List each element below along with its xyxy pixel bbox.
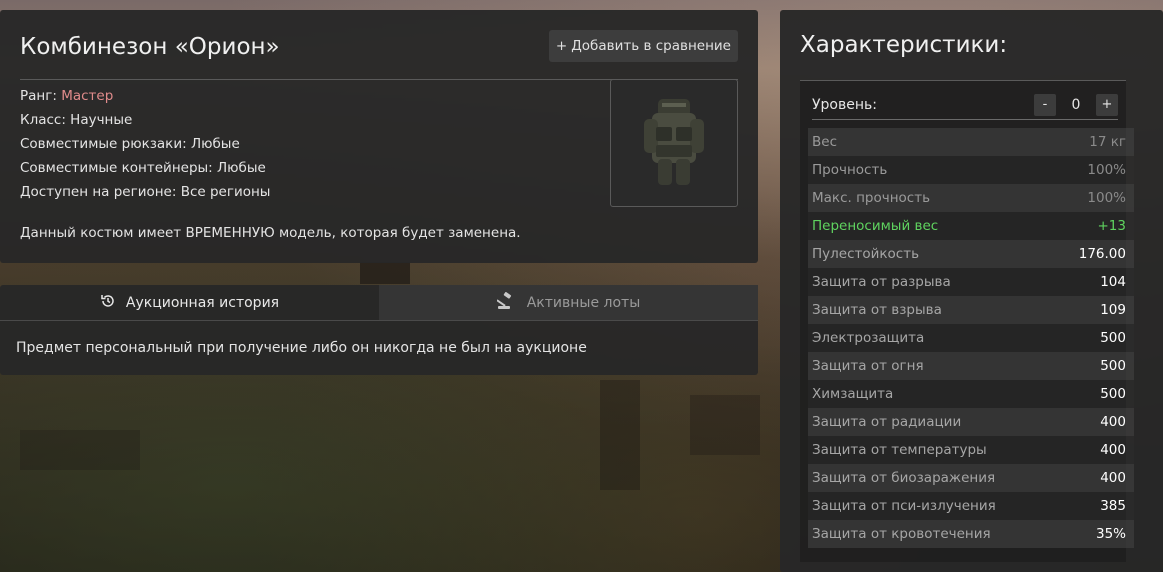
stats-divider <box>800 80 1126 81</box>
stat-row: Вес 17 кг <box>808 128 1134 156</box>
stat-row: Защита от взрыва 109 <box>808 296 1134 324</box>
stat-name: Пулестойкость <box>812 246 920 262</box>
stat-name: Защита от пси-излучения <box>812 498 996 514</box>
stat-row: Защита от температуры 400 <box>808 436 1134 464</box>
item-title: Комбинезон «Орион» <box>20 34 280 60</box>
stat-value: 100% <box>1087 162 1126 178</box>
stat-name: Электрозащита <box>812 330 925 346</box>
suit-icon <box>644 99 704 185</box>
containers-line: Совместимые контейнеры: Любые <box>20 160 266 176</box>
item-properties: Ранг: Мастер Класс: Научные Совместимые … <box>20 84 270 204</box>
stat-value: 17 кг <box>1089 134 1126 150</box>
region-line: Доступен на регионе: Все регионы <box>20 184 271 200</box>
stat-name: Химзащита <box>812 386 894 402</box>
stat-value: 500 <box>1100 358 1126 374</box>
tab-active-lots[interactable]: Активные лоты <box>379 285 758 321</box>
stat-value: 35% <box>1095 526 1126 542</box>
stat-name: Защита от огня <box>812 358 924 374</box>
tab-active-lots-label: Активные лоты <box>526 294 641 311</box>
item-image <box>610 79 738 207</box>
level-decrease-button[interactable]: - <box>1034 93 1056 116</box>
stat-name: Защита от кровотечения <box>812 526 991 542</box>
stat-row: Защита от пси-излучения 385 <box>808 492 1134 520</box>
add-to-compare-button[interactable]: + Добавить в сравнение <box>548 30 738 62</box>
level-label: Уровень: <box>812 96 877 113</box>
stat-row: Макс. прочность 100% <box>808 184 1134 212</box>
history-icon <box>100 293 116 313</box>
backpacks-line: Совместимые рюкзаки: Любые <box>20 136 240 152</box>
stats-box: Уровень: - 0 + Вес 17 кг Прочность 100% Макс… <box>800 80 1134 562</box>
tab-auction-history[interactable]: Аукционная история <box>0 285 379 321</box>
stat-value: 100% <box>1087 190 1126 206</box>
stats-panel: Характеристики: Уровень: - 0 + Вес 17 кг П… <box>780 10 1163 572</box>
stat-name: Вес <box>812 134 837 150</box>
stat-name: Защита от взрыва <box>812 302 942 318</box>
stat-value: 385 <box>1100 498 1126 514</box>
stat-row: Защита от огня 500 <box>808 352 1134 380</box>
level-value: 0 <box>1071 96 1081 113</box>
gavel-icon <box>496 291 517 314</box>
stat-value: 176.00 <box>1078 246 1126 262</box>
stat-value: 400 <box>1100 442 1126 458</box>
item-card: Комбинезон «Орион» + Добавить в сравнени… <box>0 10 758 263</box>
rank-value: Мастер <box>61 88 114 104</box>
stats-title: Характеристики: <box>800 32 1008 58</box>
stat-list: Вес 17 кг Прочность 100% Макс. прочность 100%… <box>808 128 1134 548</box>
stat-name: Прочность <box>812 162 888 178</box>
stat-row: Переносимый вес +13 <box>808 212 1134 240</box>
stat-row: Пулестойкость 176.00 <box>808 240 1134 268</box>
add-to-compare-label: Добавить в сравнение <box>571 38 731 54</box>
item-card-header: Комбинезон «Орион» + Добавить в сравнени… <box>20 30 738 80</box>
auction-panel: Аукционная история Активные лоты Предмет… <box>0 285 758 375</box>
auction-tabs: Аукционная история Активные лоты <box>0 285 758 321</box>
rank-label: Ранг: <box>20 88 62 104</box>
plus-icon: + <box>555 38 568 54</box>
stat-row: Защита от биозаражения 400 <box>808 464 1134 492</box>
stat-value: +13 <box>1097 218 1127 234</box>
rank-line: Ранг: Мастер <box>20 84 270 108</box>
item-description: Данный костюм имеет ВРЕМЕННУЮ модель, ко… <box>20 225 521 241</box>
stat-row: Защита от кровотечения 35% <box>808 520 1134 548</box>
stat-value: 400 <box>1100 414 1126 430</box>
stat-value: 500 <box>1100 386 1126 402</box>
stat-value: 500 <box>1100 330 1126 346</box>
stat-row: Электрозащита 500 <box>808 324 1134 352</box>
auction-message: Предмет персональный при получение либо … <box>16 340 587 356</box>
class-line: Класс: Научные <box>20 112 133 128</box>
stat-value: 104 <box>1100 274 1126 290</box>
level-increase-button[interactable]: + <box>1096 93 1118 116</box>
stat-name: Защита от радиации <box>812 414 962 430</box>
tab-auction-history-label: Аукционная история <box>125 294 280 311</box>
stat-value: 109 <box>1100 302 1126 318</box>
stat-name: Переносимый вес <box>812 218 939 234</box>
stat-row: Химзащита 500 <box>808 380 1134 408</box>
stat-name: Защита от разрыва <box>812 274 951 290</box>
stat-name: Защита от температуры <box>812 442 987 458</box>
level-row: Уровень: - 0 + <box>812 90 1118 120</box>
stat-name: Макс. прочность <box>812 190 931 206</box>
stat-name: Защита от биозаражения <box>812 470 996 486</box>
stat-row: Защита от разрыва 104 <box>808 268 1134 296</box>
stat-row: Прочность 100% <box>808 156 1134 184</box>
stat-value: 400 <box>1100 470 1126 486</box>
stat-row: Защита от радиации 400 <box>808 408 1134 436</box>
